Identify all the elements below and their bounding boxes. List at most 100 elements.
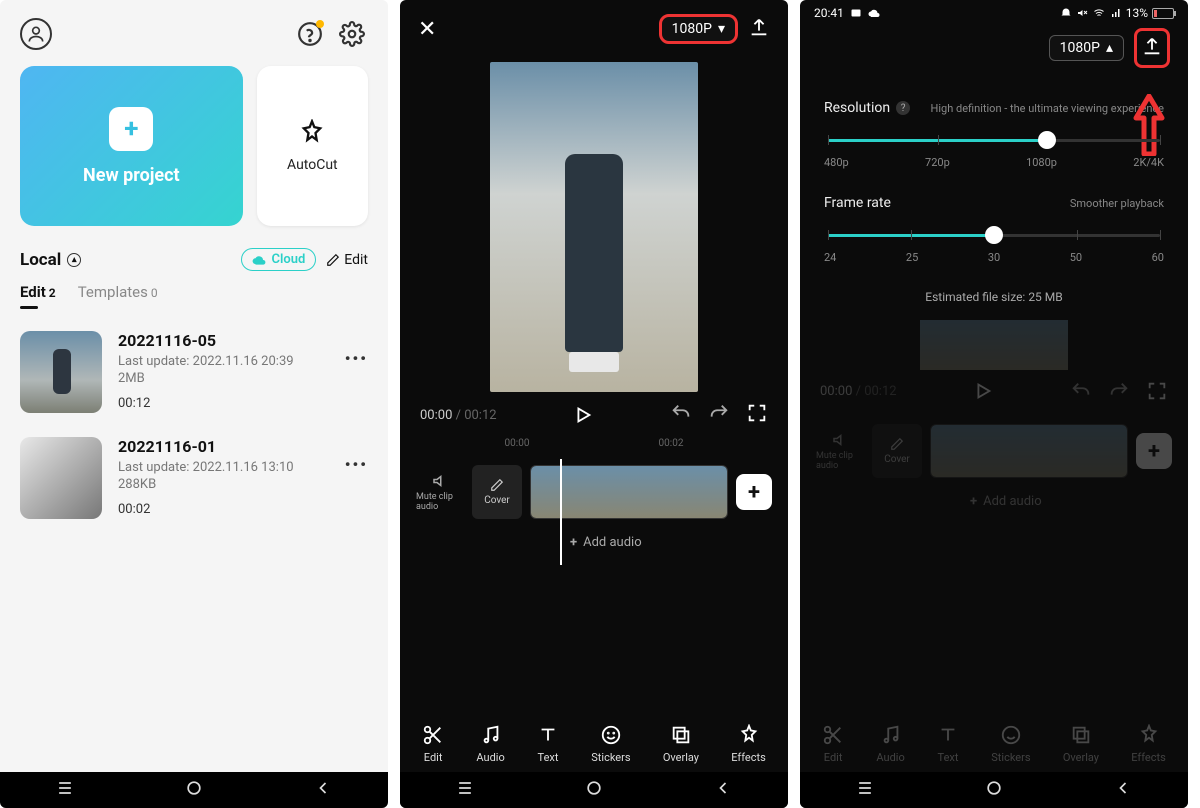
timeline-tick: 00:02 [659,438,684,449]
autocut-card[interactable]: AutoCut [257,66,368,226]
help-icon[interactable] [294,18,326,50]
screen-export-settings: 20:41 13% 1080P ▴ [800,0,1188,808]
export-icon[interactable] [748,16,770,42]
playhead[interactable] [560,459,562,565]
undo-button[interactable] [670,402,692,428]
recents-button[interactable] [455,778,475,802]
plus-icon: + [109,107,153,151]
profile-icon[interactable] [20,18,52,50]
estimated-size: Estimated file size: 25 MB [824,290,1164,304]
tool-effects: Effects [1131,724,1166,764]
header-row [0,0,388,56]
cloud-button[interactable]: Cloud [241,248,316,271]
undo-icon [1070,380,1092,402]
fullscreen-button[interactable] [746,402,768,428]
wifi-icon [1092,7,1106,19]
framerate-setting: Frame rate Smoother playback 24 25 30 50… [824,195,1164,264]
setting-desc: High definition - the ultimate viewing e… [931,102,1164,115]
recents-button[interactable] [55,778,75,802]
home-button[interactable] [184,778,204,802]
expand-icon [746,402,768,424]
cover-button[interactable]: Cover [472,465,522,519]
timecode: 00:00 / 00:12 [820,384,897,399]
tool-edit: Edit [822,724,844,764]
tool-audio[interactable]: Audio [476,724,504,764]
project-more-icon[interactable]: ••• [345,455,368,474]
tool-stickers[interactable]: Stickers [591,724,630,764]
tool-stickers: Stickers [991,724,1030,764]
smile-icon [600,724,622,746]
status-time: 20:41 [814,6,844,20]
home-button[interactable] [584,778,604,802]
slider-mark: 24 [824,251,836,264]
chevron-up-icon: ▴ [1106,40,1113,56]
help-icon[interactable]: ? [896,101,910,115]
mute-icon [1076,7,1088,19]
add-clip-button[interactable]: + [736,474,772,510]
resolution-dropdown[interactable]: 1080P ▴ [1049,35,1124,61]
system-nav-bar [400,772,788,808]
project-more-icon[interactable]: ••• [345,349,368,368]
framerate-slider[interactable] [828,225,1160,245]
add-audio-button[interactable]: Add audio [400,525,788,560]
settings-icon[interactable] [336,18,368,50]
layers-icon [670,724,692,746]
picture-icon [850,7,862,19]
mute-clip-button[interactable]: Mute clip audio [416,472,464,512]
tool-overlay: Overlay [1063,724,1099,764]
project-duration: 00:02 [118,502,329,517]
status-bar: 20:41 13% [800,0,1188,22]
recents-button[interactable] [855,778,875,802]
undo-icon [670,402,692,424]
slider-mark: 30 [988,251,1000,264]
cloud-label: Cloud [271,252,305,267]
text-icon [537,724,559,746]
new-project-card[interactable]: + New project [20,66,243,226]
timeline[interactable]: Mute clip audio Cover + Add audio [400,453,788,560]
bottom-toolbar: Edit Audio Text Stickers Overlay Effects [800,714,1188,774]
resolution-slider[interactable] [828,130,1160,150]
export-icon[interactable] [1134,28,1170,68]
expand-icon [1146,380,1168,402]
redo-button[interactable] [708,402,730,428]
play-icon [572,404,594,426]
tool-edit[interactable]: Edit [422,724,444,764]
back-button[interactable] [713,778,733,802]
project-item[interactable]: 20221116-05 Last update: 2022.11.16 20:3… [20,319,368,425]
project-duration: 00:12 [118,396,329,411]
back-button[interactable] [1113,778,1133,802]
play-button[interactable] [572,404,594,426]
tool-effects[interactable]: Effects [731,724,766,764]
project-item[interactable]: 20221116-01 Last update: 2022.11.16 13:1… [20,425,368,531]
dimmed-editor: 00:00 / 00:12 Mute clip audio Cover + Ad… [800,320,1188,519]
notification-dot-icon [316,20,324,28]
slider-mark: 480p [824,156,849,169]
project-title: 20221116-01 [118,437,329,456]
tool-text[interactable]: Text [537,724,559,764]
resolution-label: 1080P [1060,40,1100,56]
resolution-dropdown[interactable]: 1080P ▾ [659,14,738,44]
redo-icon [708,402,730,424]
speaker-icon [431,472,449,490]
home-button[interactable] [984,778,1004,802]
video-preview[interactable] [490,62,698,392]
project-last-update: Last update: 2022.11.16 13:10 [118,460,329,475]
slider-mark: 2K/4K [1133,156,1164,169]
back-button[interactable] [313,778,333,802]
edit-link[interactable]: Edit [326,252,368,268]
tab-edit[interactable]: Edit 2 [20,283,56,301]
tool-overlay[interactable]: Overlay [663,724,699,764]
close-icon[interactable]: ✕ [418,17,436,42]
project-title: 20221116-05 [118,331,329,350]
edit-link-label: Edit [344,252,368,268]
alarm-icon [1060,7,1072,19]
cloud-icon [868,7,880,19]
local-dropdown[interactable]: Local ▴ [20,250,81,270]
tab-templates[interactable]: Templates 0 [78,283,158,301]
setting-label: Frame rate [824,195,891,211]
local-label: Local [20,250,61,270]
slider-mark: 1080p [1026,156,1057,169]
pencil-icon [490,478,504,492]
play-button [972,380,994,402]
setting-desc: Smoother playback [1070,197,1164,210]
